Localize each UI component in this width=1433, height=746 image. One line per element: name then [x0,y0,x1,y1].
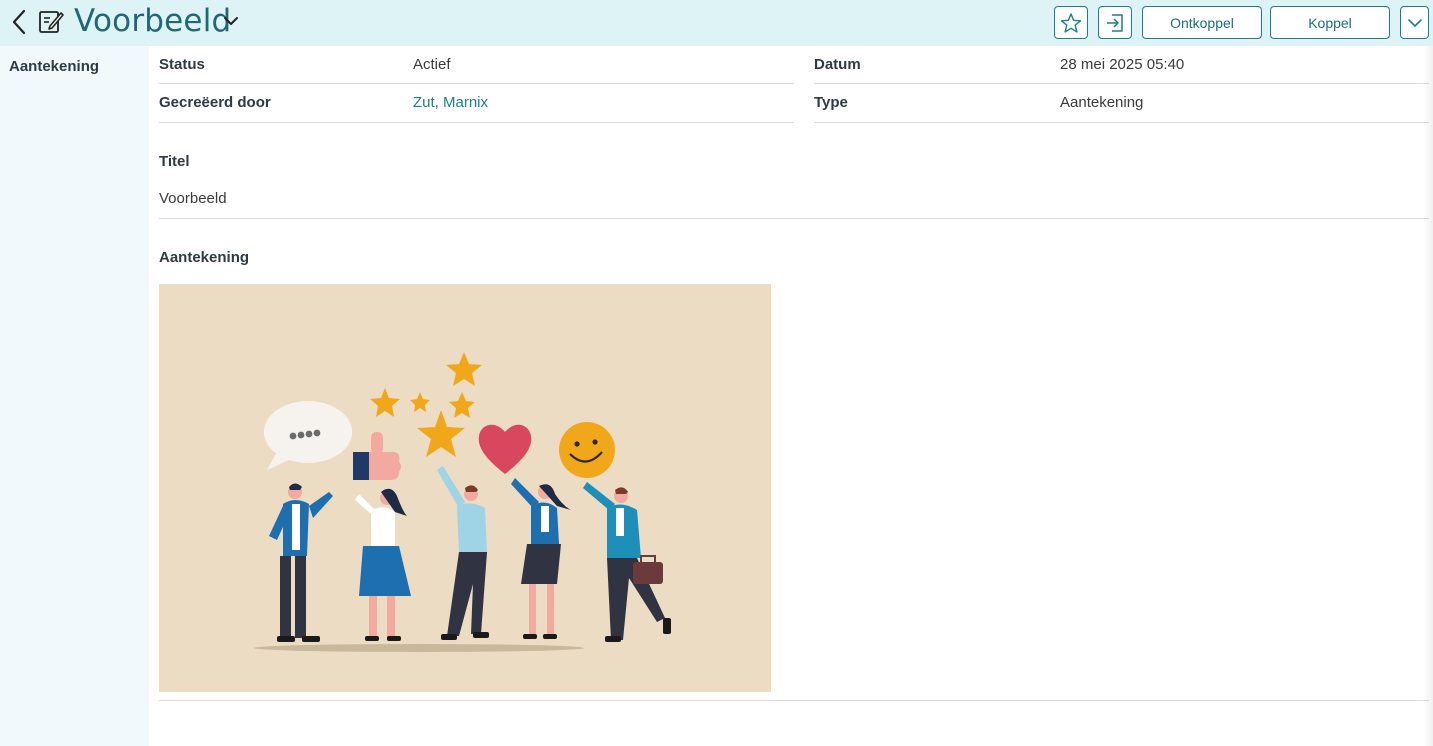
back-icon[interactable] [8,7,30,37]
divider [159,700,1429,701]
scroll-edge [1423,46,1433,746]
type-label: Type [814,94,848,111]
divider [814,83,1429,84]
unlink-button[interactable]: Ontkoppel [1142,6,1262,39]
divider [159,83,794,84]
chevron-down-icon[interactable] [222,14,240,28]
star-icon [1060,12,1082,33]
date-value: 28 mei 2025 05:40 [1060,56,1185,73]
note-label: Aantekening [159,249,250,266]
sidebar-item-aantekening[interactable]: Aantekening [9,58,99,75]
title-value: Voorbeeld [159,190,227,207]
divider [814,122,1429,123]
type-value: Aantekening [1060,94,1144,111]
top-bar: Voorbeeld Ontkoppel Koppel [0,0,1433,46]
open-button[interactable] [1098,6,1132,39]
note-edit-icon [39,11,64,33]
divider [159,122,794,123]
divider [159,218,1429,219]
created-by-label: Gecreëerd door [159,94,271,111]
link-button[interactable]: Koppel [1270,6,1390,39]
open-in-icon [1107,13,1123,32]
sidebar: Aantekening [0,46,149,746]
favorite-button[interactable] [1054,6,1088,39]
page-title: Voorbeeld [74,3,232,39]
more-options-button[interactable] [1400,6,1429,39]
feedback-illustration [254,352,671,652]
title-label: Titel [159,153,190,170]
note-image [159,284,771,692]
date-label: Datum [814,56,861,73]
created-by-link[interactable]: Zut, Marnix [413,94,488,111]
status-value: Actief [413,56,451,73]
chevron-down-icon [1407,18,1422,27]
status-label: Status [159,56,205,73]
